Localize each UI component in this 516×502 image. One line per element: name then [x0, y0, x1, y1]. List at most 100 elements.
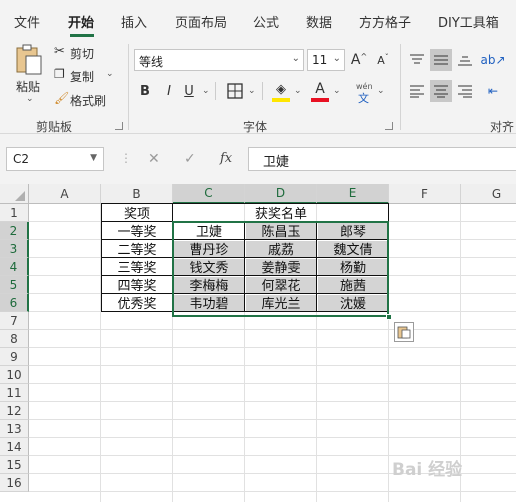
shrink-font-button[interactable]: Aˇ — [372, 49, 394, 71]
row-header-9[interactable]: 9 — [0, 348, 29, 366]
award-cell[interactable]: 三等奖 — [101, 257, 173, 276]
column-header-g[interactable]: G — [461, 184, 516, 204]
menu-home[interactable]: 开始 — [68, 12, 94, 31]
italic-button[interactable]: I — [158, 80, 180, 102]
row-header-11[interactable]: 11 — [0, 384, 29, 402]
borders-dropdown-icon[interactable]: ⌄ — [248, 86, 256, 96]
row-header-5[interactable]: 5 — [0, 276, 29, 294]
gridline — [29, 347, 516, 348]
row-header-12[interactable]: 12 — [0, 402, 29, 420]
phonetic-bottom-text: 文 — [358, 92, 369, 105]
paste-label: 粘贴 — [16, 80, 41, 94]
clipboard-launcher-icon[interactable] — [115, 122, 123, 130]
cell-c1-merged[interactable]: 获奖名单 — [173, 203, 389, 222]
fill-color-button[interactable]: ◈ — [270, 78, 292, 100]
underline-button[interactable]: U — [178, 80, 200, 102]
cell-b1[interactable]: 奖项 — [101, 203, 173, 222]
font-size-value: 11 — [312, 53, 328, 67]
formula-input[interactable]: 卫婕 — [248, 147, 516, 171]
align-bottom-button[interactable] — [454, 49, 476, 71]
chevron-down-icon[interactable]: ▼ — [90, 153, 97, 163]
award-cell[interactable]: 二等奖 — [101, 239, 173, 258]
chevron-down-icon[interactable]: ⌄ — [292, 53, 300, 64]
select-all-button[interactable] — [0, 184, 29, 204]
align-top-icon — [410, 54, 424, 64]
phonetic-guide-button[interactable]: wén 文 — [350, 82, 376, 105]
font-size-combo[interactable]: 11 ⌄ — [307, 49, 345, 71]
column-header-c[interactable]: C — [173, 184, 245, 204]
align-top-button[interactable] — [406, 49, 428, 71]
name-box[interactable]: C2 ▼ — [6, 147, 104, 171]
row-header-15[interactable]: 15 — [0, 456, 29, 474]
font-name-value: 等线 — [139, 55, 164, 69]
fill-handle[interactable] — [386, 314, 392, 320]
gridline — [29, 419, 516, 420]
align-left-button[interactable] — [406, 80, 428, 102]
orientation-icon: ab↗ — [480, 53, 506, 67]
menu-diy-toolbox[interactable]: DIY工具箱 — [438, 12, 499, 31]
borders-icon — [227, 83, 243, 99]
format-painter-button[interactable]: 🖌 格式刷 — [54, 91, 114, 109]
menu-file[interactable]: 文件 — [14, 12, 40, 31]
menu-page-layout[interactable]: 页面布局 — [175, 12, 227, 31]
gridline — [29, 383, 516, 384]
paste-options-button[interactable] — [394, 322, 414, 342]
row-header-10[interactable]: 10 — [0, 366, 29, 384]
column-header-f[interactable]: F — [389, 184, 461, 204]
row-header-2[interactable]: 2 — [0, 222, 29, 240]
paste-dropdown-icon[interactable]: ⌄ — [26, 94, 34, 104]
enter-icon[interactable]: ✓ — [184, 151, 196, 167]
column-header-a[interactable]: A — [29, 184, 101, 204]
align-center-button[interactable] — [430, 80, 452, 102]
award-cell[interactable]: 四等奖 — [101, 275, 173, 294]
selection-range — [172, 221, 389, 317]
row-header-3[interactable]: 3 — [0, 240, 29, 258]
font-launcher-icon[interactable] — [385, 122, 393, 130]
format-painter-label: 格式刷 — [70, 94, 107, 108]
cancel-icon[interactable]: ✕ — [148, 151, 160, 167]
decrease-indent-button[interactable]: ⇤ — [482, 80, 504, 102]
borders-button[interactable] — [224, 80, 246, 102]
formula-content: 卫婕 — [263, 155, 290, 170]
row-header-1[interactable]: 1 — [0, 204, 29, 222]
align-right-button[interactable] — [454, 80, 476, 102]
underline-dropdown-icon[interactable]: ⌄ — [202, 86, 210, 96]
row-header-13[interactable]: 13 — [0, 420, 29, 438]
row-header-14[interactable]: 14 — [0, 438, 29, 456]
award-cell[interactable]: 一等奖 — [101, 221, 173, 240]
font-color-icon: A — [315, 81, 325, 97]
menu-insert[interactable]: 插入 — [121, 12, 147, 31]
award-cell[interactable]: 优秀奖 — [101, 293, 173, 312]
menu-formulas[interactable]: 公式 — [253, 12, 279, 31]
chevron-down-icon[interactable]: ⌄ — [333, 53, 341, 64]
copy-button[interactable]: ❐ 复制 ⌄ — [54, 67, 118, 85]
column-header-d[interactable]: D — [245, 184, 317, 204]
font-color-dropdown-icon[interactable]: ⌄ — [333, 86, 341, 96]
bold-button[interactable]: B — [134, 80, 156, 102]
paintbrush-icon: 🖌 — [54, 91, 70, 105]
row-header-6[interactable]: 6 — [0, 294, 29, 312]
grow-font-button[interactable]: A ^ — [348, 49, 370, 71]
align-middle-icon — [434, 55, 448, 65]
fill-color-dropdown-icon[interactable]: ⌄ — [294, 86, 302, 96]
font-color-button[interactable]: A — [309, 78, 331, 100]
column-header-b[interactable]: B — [101, 184, 173, 204]
cut-button[interactable]: ✂ 剪切 — [54, 44, 100, 62]
cut-label: 剪切 — [70, 47, 95, 61]
orientation-button[interactable]: ab↗ — [480, 49, 506, 71]
copy-icon: ❐ — [54, 67, 65, 81]
menu-fangfang[interactable]: 方方格子 — [359, 12, 411, 31]
alignment-group-label: 对齐 — [490, 120, 515, 134]
paste-button[interactable]: 粘贴 ⌄ — [12, 44, 46, 106]
row-header-16[interactable]: 16 — [0, 474, 29, 492]
phonetic-dropdown-icon[interactable]: ⌄ — [377, 86, 385, 96]
column-header-e[interactable]: E — [317, 184, 389, 204]
row-header-4[interactable]: 4 — [0, 258, 29, 276]
menu-data[interactable]: 数据 — [306, 12, 332, 31]
insert-function-button[interactable]: fx — [220, 151, 232, 166]
row-header-8[interactable]: 8 — [0, 330, 29, 348]
align-middle-button[interactable] — [430, 49, 452, 71]
font-name-combo[interactable]: 等线 ⌄ — [134, 49, 304, 71]
row-header-7[interactable]: 7 — [0, 312, 29, 330]
copy-dropdown-icon[interactable]: ⌄ — [106, 69, 114, 79]
